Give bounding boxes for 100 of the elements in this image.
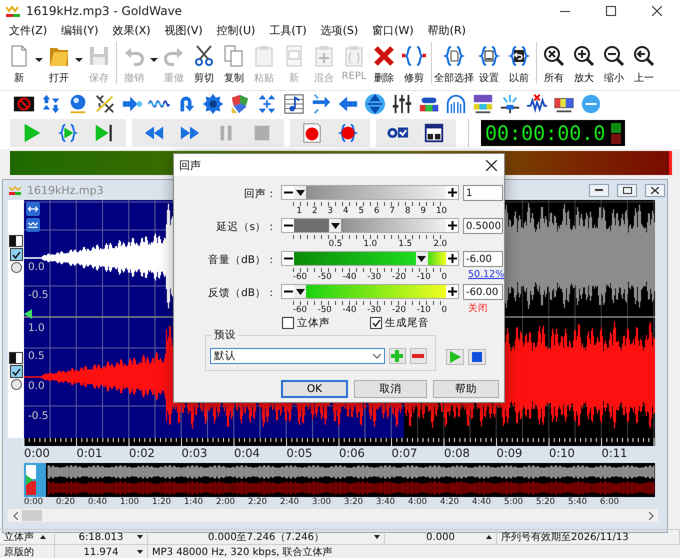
time-counter: 00:00:00.0 — [485, 121, 606, 145]
toolbar-button[interactable]: 复制 — [219, 42, 249, 86]
group-label: 预设 — [212, 328, 238, 342]
window-title: 1619kHz.mp3 - GoldWave — [26, 4, 184, 18]
checkbox-label: 立体声 — [297, 316, 330, 330]
tick-label: 2 — [312, 206, 318, 216]
menu-item[interactable]: 选项(S) — [314, 22, 366, 40]
percent-link[interactable]: 50.12% — [468, 269, 504, 280]
tick-label: 1.5 — [398, 239, 412, 249]
time-label: 3:20 — [344, 497, 364, 507]
menu-item[interactable]: 控制(U) — [210, 22, 262, 40]
tick-label: 3 — [328, 206, 333, 216]
time-label: 1:00 — [120, 497, 140, 507]
dialog-title: 回声 — [179, 158, 202, 172]
time-label: 0:40 — [88, 497, 108, 507]
time-label: 2:20 — [248, 497, 268, 507]
tick-label: 0 — [442, 305, 447, 315]
tick-label: 10 — [436, 206, 447, 216]
dialog-button[interactable]: OK — [281, 380, 348, 398]
value-field[interactable]: 1 — [463, 185, 503, 201]
tick-label: 6 — [374, 206, 380, 216]
menu-item[interactable]: 文件(Z) — [2, 22, 54, 40]
tick-label: -40 — [342, 305, 356, 315]
menu-item[interactable]: 效果(X) — [105, 22, 158, 40]
value-field[interactable]: -6.00 — [463, 251, 503, 267]
dialog-button[interactable]: 帮助 — [433, 380, 499, 398]
axis-label: 0.5 — [28, 350, 45, 362]
time-label: 3:40 — [376, 497, 396, 507]
axis-label: 0.0 — [28, 380, 45, 392]
slider-label: 反馈（dB）： — [207, 286, 277, 301]
time-label: 5:00 — [504, 497, 524, 507]
time-label: 2:40 — [280, 497, 300, 507]
toolbar-button[interactable]: 所有 — [539, 42, 569, 86]
document-title: 1619kHz.mp3 — [27, 184, 104, 196]
menu-item[interactable]: 工具(T) — [262, 22, 314, 40]
checkbox-label: 生成尾音 — [385, 316, 429, 330]
menu-item[interactable]: 帮助(R) — [420, 22, 473, 40]
tick-label: -40 — [342, 272, 356, 282]
dialog-button[interactable]: 取消 — [354, 380, 427, 398]
toolbar-button[interactable]: 设置 — [474, 42, 504, 86]
time-label: 0:05 — [286, 446, 312, 460]
status-text: 0.000 — [426, 532, 455, 542]
status-text: 11.974 — [84, 546, 118, 558]
menu-item[interactable]: 视图(V) — [158, 22, 210, 40]
menu-item[interactable]: 窗口(W) — [365, 22, 421, 40]
toolbar-button[interactable]: 打开 — [44, 42, 74, 86]
status-text: 原版的 — [4, 546, 34, 558]
tick-label: -10 — [416, 272, 431, 282]
toolbar-button[interactable]: 删除 — [369, 42, 399, 86]
axis-label: -0.5 — [28, 289, 48, 301]
toolbar-button[interactable]: 上一 — [629, 42, 659, 86]
time-label: 0:11 — [602, 446, 628, 460]
time-label: 0:06 — [339, 446, 365, 460]
toolbar-button[interactable]: 修剪 — [399, 42, 429, 86]
status-text: 立体声 — [4, 530, 34, 544]
tick-label: 4 — [343, 206, 348, 216]
axis-label: -0.5 — [28, 410, 48, 422]
preset-dropdown[interactable]: 默认 — [210, 348, 385, 364]
time-label: 0:09 — [496, 446, 522, 460]
time-label: 1:40 — [184, 497, 204, 507]
toolbar-button[interactable]: 放大 — [569, 42, 599, 86]
time-label: 4:40 — [472, 497, 492, 507]
time-label: 5:40 — [568, 497, 588, 507]
axis-label: 0.0 — [28, 261, 45, 273]
time-label: 0:02 — [129, 446, 155, 460]
status-text: MP3 48000 Hz, 320 kbps, 联合立体声 — [152, 546, 333, 558]
tick-label: -20 — [392, 272, 406, 282]
tick-label: 9 — [420, 206, 426, 216]
time-label: 5:20 — [536, 497, 556, 507]
slider-label: 延迟（s）： — [216, 220, 277, 235]
toolbar-button[interactable]: 剪切 — [189, 42, 219, 86]
time-label: 4:00 — [408, 497, 428, 507]
time-label: 3:00 — [312, 497, 332, 507]
tick-label: 1 — [296, 206, 302, 216]
time-label: 2:00 — [216, 497, 236, 507]
tick-label: -30 — [367, 305, 382, 315]
toolbar-button[interactable]: 全部选择 — [434, 42, 474, 86]
status-text: 6:18.013 — [78, 532, 124, 542]
menu-item[interactable]: 编辑(Y) — [54, 22, 106, 40]
tick-label: -20 — [392, 305, 406, 315]
time-label: 0:20 — [56, 497, 76, 507]
value-field[interactable]: -60.00 — [463, 284, 503, 300]
toolbar-button[interactable]: 新 — [4, 42, 34, 86]
time-label: 1:20 — [152, 497, 172, 507]
time-label: 4:20 — [440, 497, 460, 507]
toolbar-button[interactable]: 缩小 — [599, 42, 629, 86]
tick-label: 2.0 — [433, 239, 447, 249]
tick-label: -50 — [318, 305, 332, 315]
tick-label: 8 — [405, 206, 410, 216]
tick-label: -50 — [318, 272, 332, 282]
toolbar-button[interactable]: 以前 — [504, 42, 534, 86]
tick-label: -60 — [293, 305, 307, 315]
axis-label: 1.0 — [28, 322, 45, 334]
tick-label: 5 — [358, 206, 364, 216]
value-field[interactable]: 0.5000 — [463, 218, 503, 234]
tick-label: 0 — [442, 272, 447, 282]
tick-label: 0.5 — [328, 239, 342, 249]
time-label: 0:01 — [76, 446, 102, 460]
time-label: 0:00 — [24, 446, 50, 460]
tick-label: 1.0 — [364, 239, 378, 249]
